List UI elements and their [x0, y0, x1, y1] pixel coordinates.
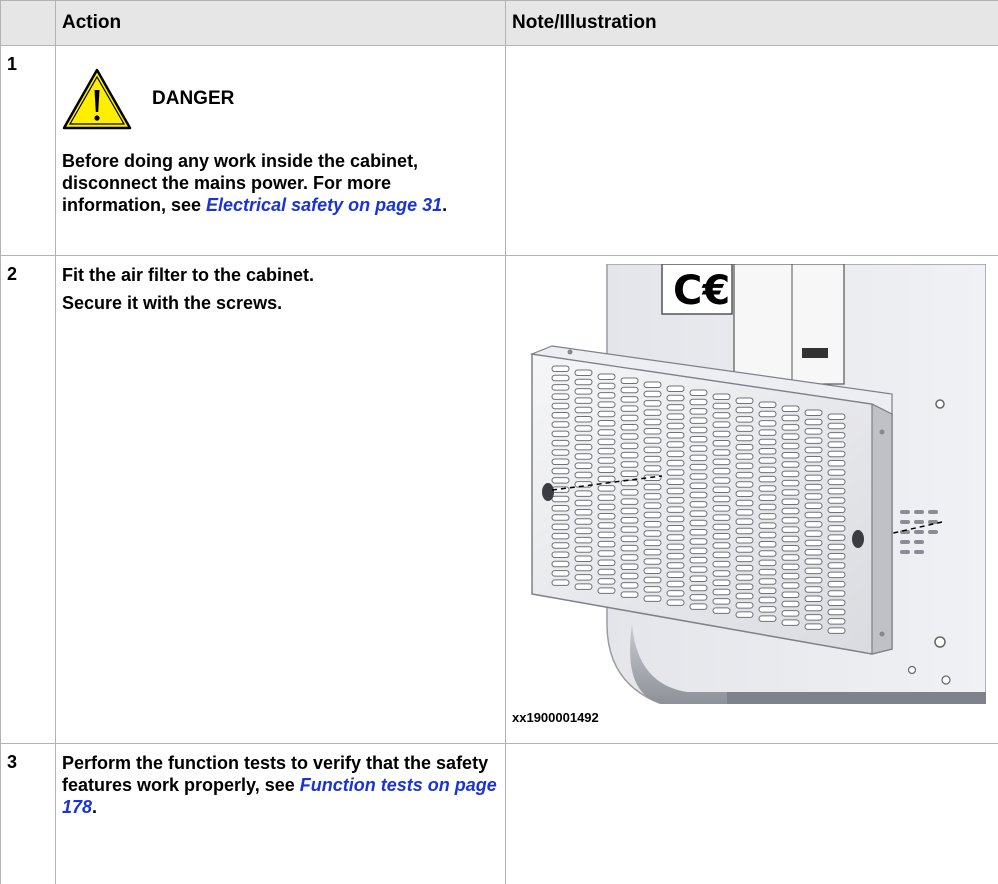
- step-number: 3: [1, 744, 56, 884]
- note-cell: [506, 46, 998, 256]
- step-number: 2: [1, 256, 56, 744]
- ce-mark-icon: C€: [673, 268, 730, 314]
- danger-label: DANGER: [152, 88, 234, 110]
- header-action: Action: [56, 1, 506, 46]
- note-cell: [506, 744, 998, 884]
- table-header-row: Action Note/Illustration: [1, 1, 998, 46]
- action-cell: DANGER Before doing any work inside the …: [56, 46, 506, 256]
- function-test-text: Perform the function tests to verify tha…: [62, 752, 497, 818]
- air-filter-illustration: C€: [512, 264, 986, 704]
- header-step: [1, 1, 56, 46]
- header-note: Note/Illustration: [506, 1, 998, 46]
- action-cell: Perform the function tests to verify tha…: [56, 744, 506, 884]
- table-row: 1 DANGER Before doing any work inside th…: [1, 46, 998, 256]
- warning-triangle-icon: [62, 68, 132, 130]
- action-cell: Fit the air filter to the cabinet. Secur…: [56, 256, 506, 744]
- procedure-table: Action Note/Illustration 1 DANGER Before…: [0, 0, 998, 884]
- danger-text-end: .: [442, 195, 447, 215]
- illustration-cell: C€: [506, 256, 998, 744]
- illustration-caption: xx1900001492: [512, 710, 998, 725]
- step-number: 1: [1, 46, 56, 256]
- action-line: Secure it with the screws.: [62, 292, 497, 314]
- function-test-end: .: [92, 797, 97, 817]
- danger-text: Before doing any work inside the cabinet…: [62, 150, 497, 216]
- table-row: 2 Fit the air filter to the cabinet. Sec…: [1, 256, 998, 744]
- table-row: 3 Perform the function tests to verify t…: [1, 744, 998, 884]
- action-line: Fit the air filter to the cabinet.: [62, 264, 497, 286]
- danger-callout: DANGER: [62, 68, 497, 130]
- electrical-safety-link[interactable]: Electrical safety on page 31: [206, 195, 442, 215]
